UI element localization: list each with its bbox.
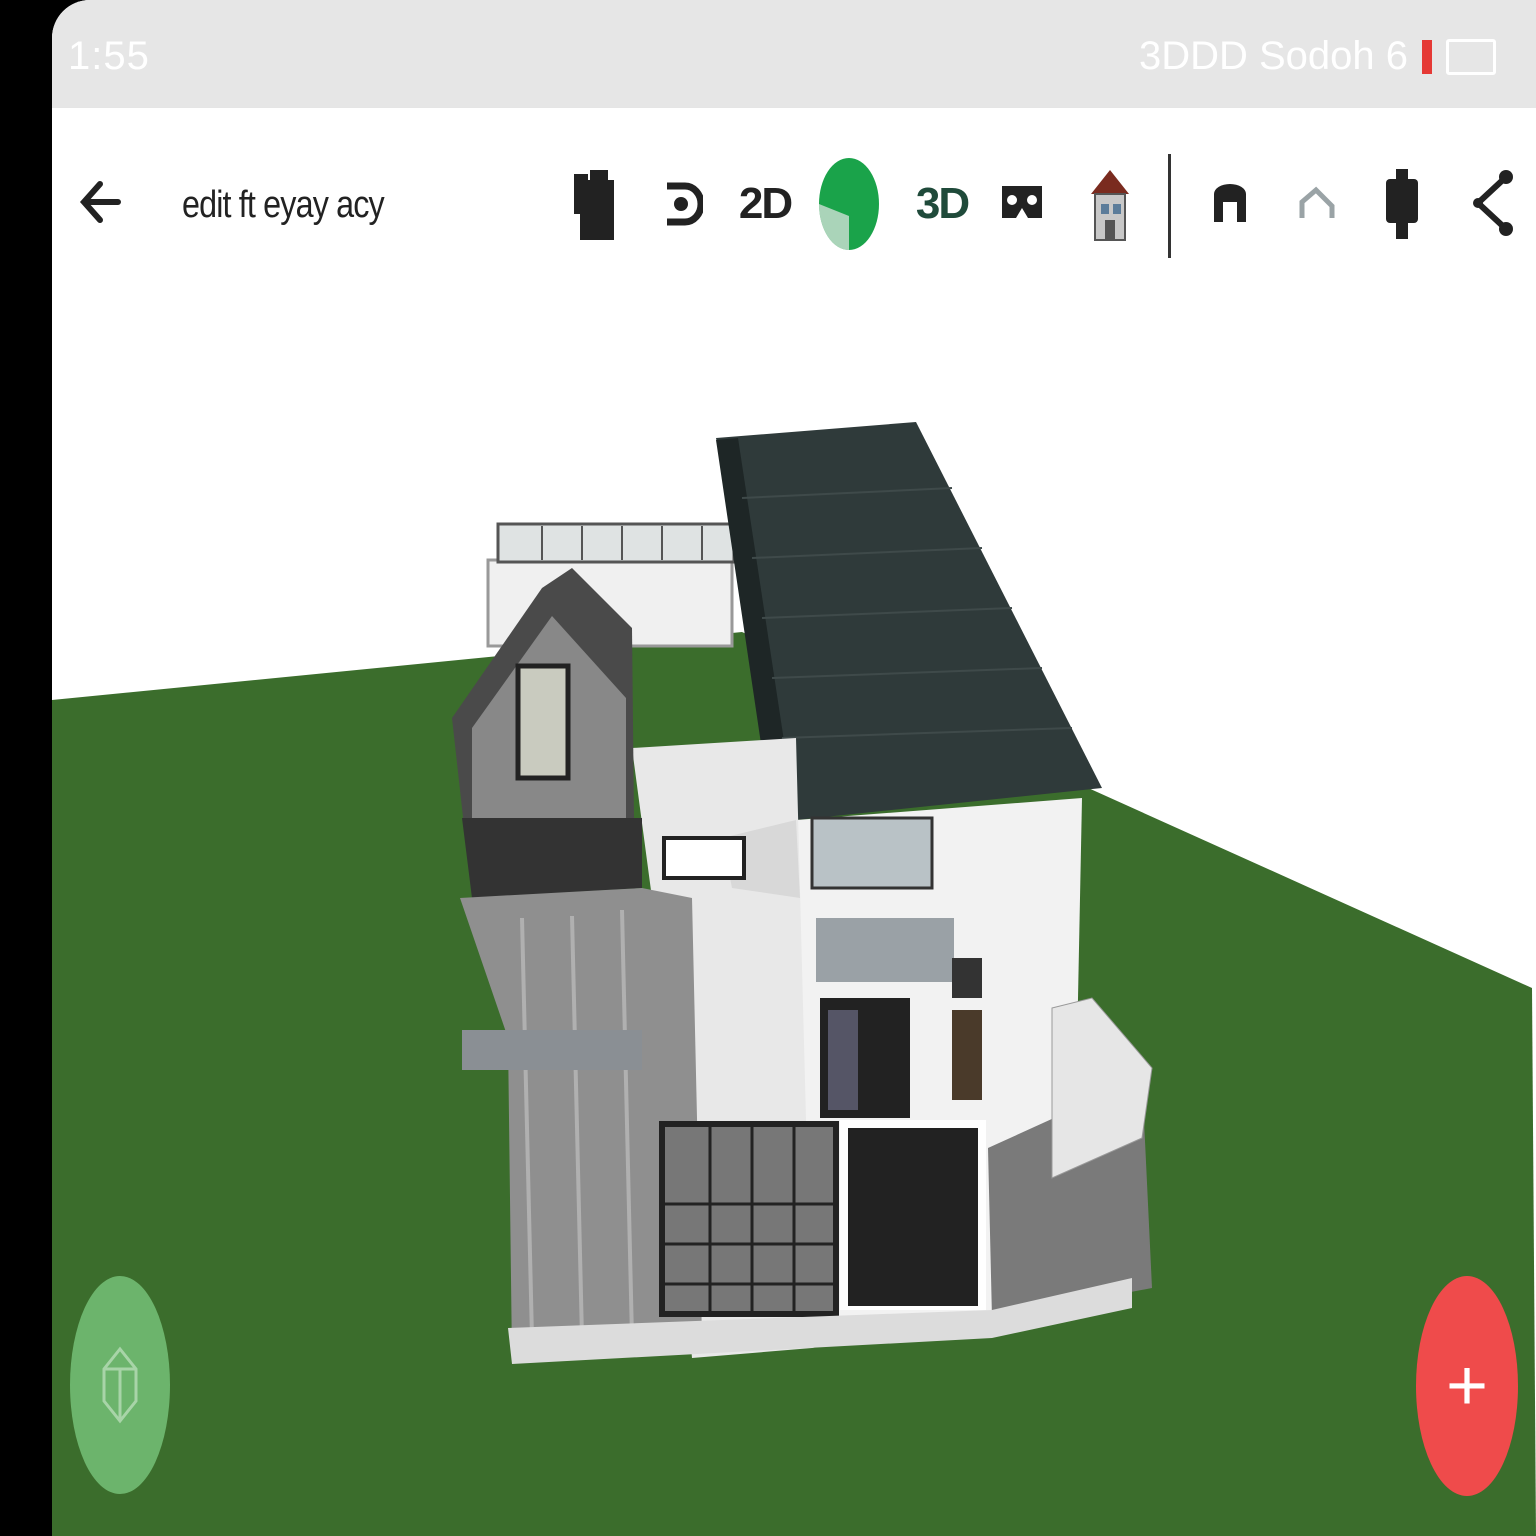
furniture-button[interactable]	[568, 156, 618, 252]
back-arrow-icon	[79, 181, 121, 223]
status-bar: 1:55 3DDD Sodoh 6	[52, 0, 1536, 108]
door-icon	[1214, 184, 1246, 222]
back-button[interactable]	[78, 172, 132, 232]
mode-2d-button[interactable]: 2D	[738, 156, 793, 252]
vr-headset-icon	[1002, 186, 1042, 218]
status-text: 3DDD Sodoh 6	[1138, 34, 1408, 78]
undo-icon	[1299, 186, 1335, 218]
3d-box-icon	[102, 1346, 138, 1424]
settings-icon	[1386, 169, 1418, 239]
rotate-icon	[667, 182, 703, 226]
rotate-view-button[interactable]	[656, 156, 706, 252]
3d-viewport[interactable]	[52, 298, 1536, 1536]
3d-object-button[interactable]	[70, 1276, 170, 1494]
mode-2d-label: 2D	[738, 179, 793, 228]
settings-button[interactable]	[1380, 156, 1424, 252]
project-title: edit ft eyay acy	[182, 184, 385, 226]
status-time: 1:55	[68, 34, 150, 78]
view-toggle-button[interactable]	[816, 156, 882, 252]
toolbar-divider	[1168, 154, 1171, 258]
house-view-button[interactable]	[1086, 156, 1134, 252]
battery-alert-icon	[1422, 39, 1432, 74]
share-button[interactable]	[1470, 156, 1518, 252]
house-icon	[1091, 170, 1129, 241]
mode-3d-label: 3D	[915, 179, 970, 228]
vr-button[interactable]	[996, 156, 1048, 252]
green-indicator-icon	[819, 158, 879, 250]
add-button[interactable]: +	[1416, 1276, 1518, 1496]
house-3d-model	[52, 298, 1536, 1536]
app-screen: 1:55 3DDD Sodoh 6 edit ft eyay acy 2D 3D…	[52, 0, 1536, 1536]
furniture-icon	[574, 170, 614, 240]
status-right: 3DDD Sodoh 6	[1139, 34, 1496, 79]
share-icon	[1473, 170, 1513, 236]
battery-icon	[1446, 38, 1496, 75]
mode-3d-button[interactable]: 3D	[915, 156, 970, 252]
toolbar: edit ft eyay acy 2D 3D	[52, 108, 1536, 300]
door-button[interactable]	[1208, 156, 1252, 252]
add-icon: +	[1445, 1346, 1489, 1426]
undo-button[interactable]	[1296, 156, 1340, 252]
